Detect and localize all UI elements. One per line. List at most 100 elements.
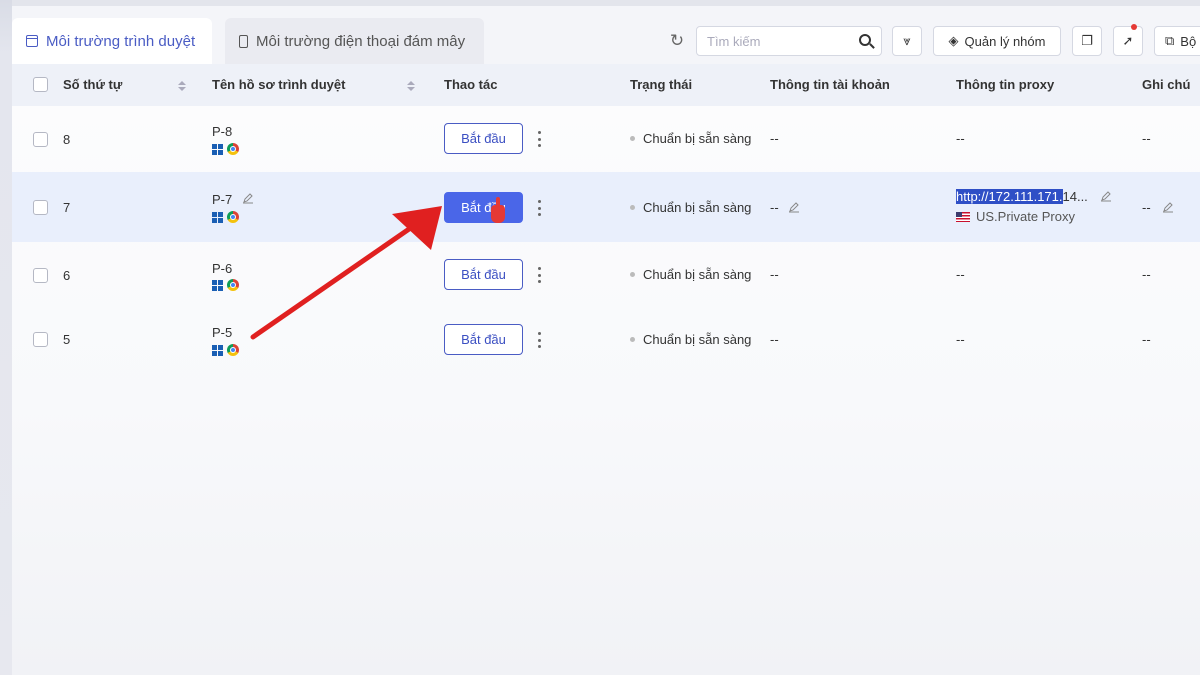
chrome-icon	[227, 143, 239, 155]
row-index: 8	[63, 132, 71, 147]
proxy-info: --	[956, 332, 965, 347]
windows-icon	[212, 211, 223, 223]
header-label: Số thứ tự	[63, 77, 123, 92]
os-icons	[212, 344, 239, 356]
chrome-icon	[227, 344, 239, 356]
more-options-icon[interactable]	[536, 332, 542, 348]
group-manage-button[interactable]: ◈ Quản lý nhóm	[933, 26, 1061, 56]
table-row[interactable]: 7 P-7 Bắt đầu Chuẩn bị sẵn sàng -- http:…	[12, 172, 1200, 242]
row-checkbox[interactable]	[33, 200, 48, 215]
batch-label: Bộ	[1180, 33, 1197, 49]
edit-icon[interactable]	[1100, 190, 1112, 202]
copy-button[interactable]: ❐	[1072, 26, 1102, 56]
group-manage-label: Quản lý nhóm	[964, 33, 1046, 49]
hand-cursor-icon	[491, 197, 505, 223]
row-index: 5	[63, 332, 71, 347]
status-dot	[630, 272, 635, 277]
layers-icon: ◈	[948, 33, 959, 48]
more-options-icon[interactable]	[536, 267, 542, 283]
os-icons	[212, 211, 239, 223]
profile-name: P-7	[212, 192, 233, 207]
start-button[interactable]: Bắt đầu	[444, 192, 523, 223]
more-options-icon[interactable]	[536, 131, 542, 147]
note: --	[1142, 267, 1151, 282]
rocket-button[interactable]: ➚	[1113, 24, 1143, 56]
status-dot	[630, 205, 635, 210]
window-icon: ⧉	[1165, 33, 1175, 48]
windows-icon	[212, 344, 223, 356]
note: --	[1142, 332, 1151, 347]
start-button[interactable]: Bắt đầu	[444, 123, 523, 154]
row-checkbox[interactable]	[33, 268, 48, 283]
table-row[interactable]: 5 P-5 Bắt đầu Chuẩn bị sẵn sàng -- -- --	[12, 308, 1200, 374]
search-placeholder: Tìm kiếm	[707, 33, 761, 49]
tab-label: Môi trường điện thoại đám mây	[256, 32, 466, 50]
batch-button[interactable]: ⧉ Bộ	[1154, 26, 1200, 56]
top-strip	[12, 0, 1200, 6]
row-index: 6	[63, 268, 71, 283]
more-options-icon[interactable]	[536, 200, 542, 216]
proxy-url[interactable]: http://172.111.171.14...	[956, 189, 1088, 204]
filter-button[interactable]: ⩔	[892, 26, 922, 56]
status-text: Chuẩn bị sẵn sàng	[643, 332, 752, 347]
edit-icon[interactable]	[788, 201, 800, 213]
os-icons	[212, 143, 239, 155]
notification-dot	[1131, 24, 1137, 30]
browser-icon	[26, 35, 38, 47]
profile-name: P-6	[212, 261, 233, 276]
proxy-info: --	[956, 131, 965, 146]
status-dot	[630, 337, 635, 342]
windows-icon	[212, 279, 223, 291]
note: --	[1142, 200, 1151, 215]
select-all-checkbox[interactable]	[33, 77, 48, 92]
edit-icon[interactable]	[1162, 201, 1174, 213]
edit-icon[interactable]	[242, 192, 254, 204]
header-profile-name[interactable]: Tên hồ sơ trình duyệt	[212, 77, 416, 92]
sort-icon[interactable]	[407, 80, 416, 91]
profile-name: P-5	[212, 325, 233, 340]
account-info: --	[770, 332, 779, 347]
account-info: --	[770, 267, 779, 282]
rocket-icon: ➚	[1122, 33, 1134, 48]
header-note: Ghi chú	[1142, 77, 1191, 92]
row-index: 7	[63, 200, 71, 215]
chrome-icon	[227, 279, 239, 291]
filter-icon: ⩔	[903, 33, 911, 48]
phone-icon	[239, 34, 248, 48]
proxy-label: US.Private Proxy	[976, 209, 1075, 224]
search-icon[interactable]	[859, 34, 871, 46]
header-label: Tên hồ sơ trình duyệt	[212, 77, 346, 92]
header-action: Thao tác	[444, 77, 498, 92]
start-button[interactable]: Bắt đầu	[444, 324, 523, 355]
main-panel: Môi trường trình duyệt Môi trường điện t…	[12, 0, 1200, 675]
row-checkbox[interactable]	[33, 332, 48, 347]
tab-browser-environment[interactable]: Môi trường trình duyệt	[12, 18, 212, 64]
account-info: --	[770, 131, 779, 146]
status-dot	[630, 136, 635, 141]
tab-label: Môi trường trình duyệt	[46, 32, 196, 50]
table-row[interactable]: 6 P-6 Bắt đầu Chuẩn bị sẵn sàng -- -- --	[12, 242, 1200, 308]
profile-name: P-8	[212, 124, 233, 139]
copy-icon: ❐	[1081, 33, 1093, 48]
header-account-info: Thông tin tài khoản	[770, 77, 890, 92]
us-flag-icon	[956, 212, 970, 222]
status-text: Chuẩn bị sẵn sàng	[643, 131, 752, 146]
chrome-icon	[227, 211, 239, 223]
start-button[interactable]: Bắt đầu	[444, 259, 523, 290]
search-input[interactable]: Tìm kiếm	[696, 26, 882, 56]
header-proxy-info: Thông tin proxy	[956, 77, 1055, 92]
proxy-url-selected: http://172.111.171.	[956, 189, 1063, 204]
sort-icon[interactable]	[178, 80, 187, 91]
windows-icon	[212, 143, 223, 155]
header-index[interactable]: Số thứ tự	[63, 77, 187, 92]
refresh-icon[interactable]: ↻	[666, 30, 688, 52]
table-row[interactable]: 8 P-8 Bắt đầu Chuẩn bị sẵn sàng -- -- --	[12, 106, 1200, 172]
note: --	[1142, 131, 1151, 146]
proxy-info: --	[956, 267, 965, 282]
proxy-url-rest: 14...	[1062, 189, 1088, 204]
os-icons	[212, 279, 239, 291]
header-status: Trạng thái	[630, 77, 693, 92]
table-header: Số thứ tự Tên hồ sơ trình duyệt Thao tác…	[12, 64, 1200, 106]
tab-cloud-phone-environment[interactable]: Môi trường điện thoại đám mây	[225, 18, 484, 64]
row-checkbox[interactable]	[33, 132, 48, 147]
